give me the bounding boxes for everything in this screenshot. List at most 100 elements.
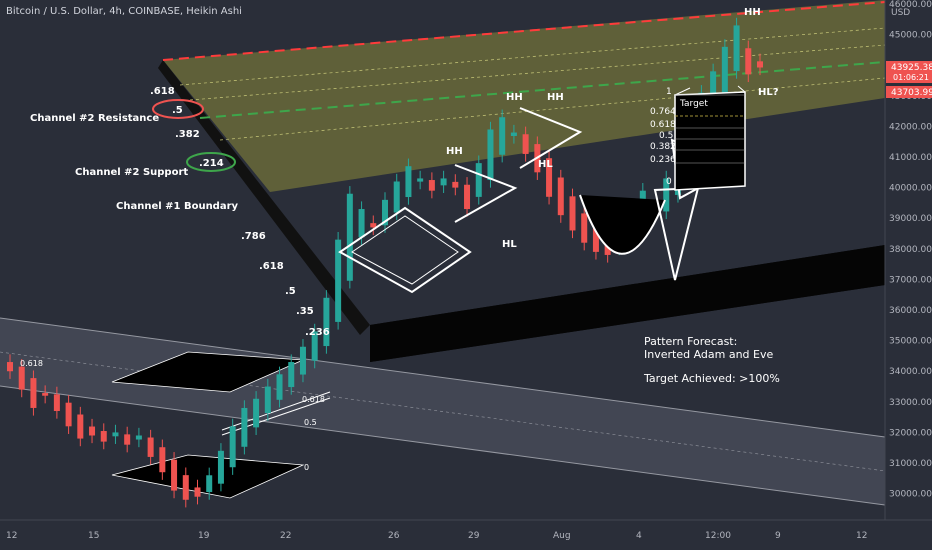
fib-left-786: .786 xyxy=(241,231,266,242)
candle-body xyxy=(100,431,107,442)
target-label: Target xyxy=(679,99,708,109)
fib-left-214: .214 xyxy=(199,158,224,169)
channel-1-boundary-label: Channel #1 Boundary xyxy=(116,201,239,212)
price-tick-label: 45000.00 xyxy=(889,31,932,41)
target-fib-0382: 0.382 xyxy=(650,142,676,152)
price-tick-label: 37000.00 xyxy=(889,275,932,285)
candle-body xyxy=(428,180,435,191)
note-target-achieved: Target Achieved: >100% xyxy=(643,372,780,385)
price-tick-label: 33000.00 xyxy=(889,398,932,408)
candle-body xyxy=(276,374,283,400)
candle-body xyxy=(510,132,517,136)
price-tick-label: 34000.00 xyxy=(889,367,932,377)
chart-title: Bitcoin / U.S. Dollar, 4h, COINBASE, Hei… xyxy=(6,6,242,17)
price-tick-label: 30000.00 xyxy=(889,490,932,500)
candle-body xyxy=(475,163,482,197)
price-tick-label: 31000.00 xyxy=(889,459,932,469)
channel-2-support-label: Channel #2 Support xyxy=(75,167,188,178)
candle-body xyxy=(53,394,60,412)
candle-body xyxy=(65,402,72,427)
candle-body xyxy=(757,61,763,68)
time-axis[interactable] xyxy=(0,520,932,550)
swing-label-hl-2: HL xyxy=(538,159,553,170)
candle-body xyxy=(464,184,471,210)
price-tick-label: 41000.00 xyxy=(889,153,932,163)
candle-body xyxy=(452,181,459,188)
channel-2-resistance-label: Channel #2 Resistance xyxy=(30,113,159,124)
candle-body xyxy=(217,450,224,484)
price-tick-label: 32000.00 xyxy=(889,428,932,438)
fib-left-236: .236 xyxy=(305,327,330,338)
level-price-text: 43703.99 xyxy=(891,88,932,98)
candle-body xyxy=(288,362,295,388)
candle-body xyxy=(159,447,166,473)
time-tick-label: 9 xyxy=(775,531,781,541)
candle-body xyxy=(194,487,201,497)
candle-body xyxy=(206,475,213,493)
candle-body xyxy=(358,209,365,238)
price-tick-label: 39000.00 xyxy=(889,214,932,224)
candle-body xyxy=(299,346,306,375)
candle-body xyxy=(112,432,119,437)
small-fib-0618-left: 0.618 xyxy=(20,359,43,368)
candle-body xyxy=(569,196,576,231)
candle-body xyxy=(499,117,506,155)
note-pattern-name: Inverted Adam and Eve xyxy=(644,348,773,361)
note-pattern-forecast: Pattern Forecast: xyxy=(644,335,737,348)
time-tick-label: 19 xyxy=(198,531,210,541)
fib-left-618: .618 xyxy=(259,261,284,272)
candle-body xyxy=(42,393,49,396)
time-tick-label: 12:00 xyxy=(705,531,731,541)
price-tick-label: 35000.00 xyxy=(889,337,932,347)
candle-body xyxy=(557,177,564,216)
time-tick-label: 26 xyxy=(388,531,400,541)
swing-label-hl-1: HL xyxy=(502,239,517,250)
target-fib-0618: 0.618 xyxy=(650,120,676,130)
candle-body xyxy=(733,25,740,72)
candle-body xyxy=(182,475,189,500)
currency-label: USD xyxy=(891,8,911,18)
fib-left-618-top: .618 xyxy=(150,86,175,97)
fib-left-35: .35 xyxy=(296,306,314,317)
candle-body xyxy=(346,193,353,281)
time-tick-label: 4 xyxy=(636,531,642,541)
candle-body xyxy=(440,178,447,186)
candle-body xyxy=(417,178,424,182)
time-tick-label: 12 xyxy=(6,531,17,541)
time-tick-label: 15 xyxy=(88,531,99,541)
candle-body xyxy=(323,297,330,347)
candle-body xyxy=(264,386,271,414)
price-tick-label: 42000.00 xyxy=(889,122,932,132)
chart-canvas: 30000.00 31000.00 32000.00 33000.00 34000.00… xyxy=(0,0,932,550)
price-tick-label: 36000.00 xyxy=(889,306,932,316)
swing-label-hh-3: HH xyxy=(547,92,564,103)
candle-body xyxy=(487,129,494,181)
candle-body xyxy=(370,223,377,228)
target-fib-0: 0 xyxy=(666,177,672,187)
countdown-text: 01:06:21 xyxy=(893,73,929,82)
swing-label-hh-top: HH xyxy=(744,7,761,18)
candle-body xyxy=(135,435,142,440)
price-tick-label: 38000.00 xyxy=(889,245,932,255)
small-fib-05: 0.5 xyxy=(304,418,317,427)
candle-body xyxy=(171,459,178,491)
target-fib-0764: 0.764 xyxy=(650,107,676,117)
time-tick-label: 22 xyxy=(280,531,291,541)
candle-body xyxy=(405,166,412,198)
target-fib-0236: 0.236 xyxy=(650,155,676,165)
candle-body xyxy=(7,362,13,372)
candle-body xyxy=(77,414,84,439)
candle-body xyxy=(18,366,25,390)
swing-label-hh-1: HH xyxy=(446,146,463,157)
candle-body xyxy=(393,181,400,213)
time-tick-label: 12 xyxy=(856,531,867,541)
target-fib-1: 1 xyxy=(666,87,672,97)
swing-label-hh-2: HH xyxy=(506,92,523,103)
candle-body xyxy=(124,434,131,445)
swing-label-hl-question: HL? xyxy=(758,87,779,98)
candle-body xyxy=(241,407,248,447)
small-fib-0618-mid: 0.618 xyxy=(302,395,325,404)
price-tick-label: 40000.00 xyxy=(889,184,932,194)
time-tick-label: 29 xyxy=(468,531,480,541)
candle-body xyxy=(745,48,752,75)
